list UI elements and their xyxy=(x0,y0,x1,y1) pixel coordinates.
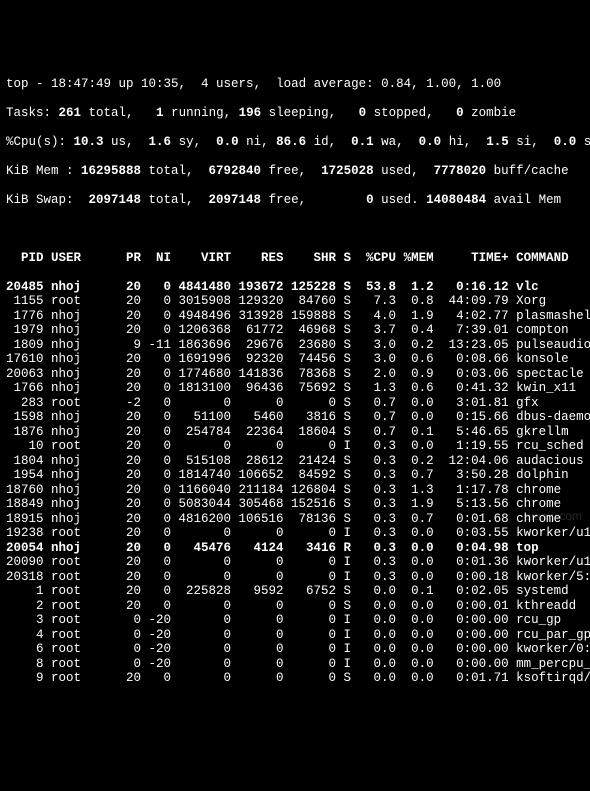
process-row: 1776 nhoj 20 0 4948496 313928 159888 S 4… xyxy=(6,309,584,324)
process-row: 1804 nhoj 20 0 515108 28612 21424 S 0.3 … xyxy=(6,454,584,469)
process-row: 4 root 0 -20 0 0 0 I 0.0 0.0 0:00.00 rcu… xyxy=(6,628,584,643)
process-row: 20063 nhoj 20 0 1774680 141836 78368 S 2… xyxy=(6,367,584,382)
process-list: 20485 nhoj 20 0 4841480 193672 125228 S … xyxy=(6,280,584,686)
process-row: 20090 root 20 0 0 0 0 I 0.3 0.0 0:01.36 … xyxy=(6,555,584,570)
process-row: 8 root 0 -20 0 0 0 I 0.0 0.0 0:00.00 mm_… xyxy=(6,657,584,672)
summary-tasks: Tasks: 261 total, 1 running, 196 sleepin… xyxy=(6,106,584,121)
process-row: 19238 root 20 0 0 0 0 I 0.3 0.0 0:03.55 … xyxy=(6,526,584,541)
process-row: 1 root 20 0 225828 9592 6752 S 0.0 0.1 0… xyxy=(6,584,584,599)
blank-line xyxy=(6,222,584,237)
process-row: 18760 nhoj 20 0 1166040 211184 126804 S … xyxy=(6,483,584,498)
process-row: 1155 root 20 0 3015908 129320 84760 S 7.… xyxy=(6,294,584,309)
summary-mem: KiB Mem : 16295888 total, 6792840 free, … xyxy=(6,164,584,179)
summary-line-1: top - 18:47:49 up 10:35, 4 users, load a… xyxy=(6,77,584,92)
process-row: 6 root 0 -20 0 0 0 I 0.0 0.0 0:00.00 kwo… xyxy=(6,642,584,657)
process-row: 283 root -2 0 0 0 0 S 0.7 0.0 3:01.81 gf… xyxy=(6,396,584,411)
process-row: 1598 nhoj 20 0 51100 5460 3816 S 0.7 0.0… xyxy=(6,410,584,425)
process-row: 1979 nhoj 20 0 1206368 61772 46968 S 3.7… xyxy=(6,323,584,338)
process-row: 1876 nhoj 20 0 254784 22364 18604 S 0.7 … xyxy=(6,425,584,440)
summary-cpu: %Cpu(s): 10.3 us, 1.6 sy, 0.0 ni, 86.6 i… xyxy=(6,135,584,150)
process-row: 10 root 20 0 0 0 0 I 0.3 0.0 1:19.55 rcu… xyxy=(6,439,584,454)
process-row: 1809 nhoj 9 -11 1863696 29676 23680 S 3.… xyxy=(6,338,584,353)
process-row: 20485 nhoj 20 0 4841480 193672 125228 S … xyxy=(6,280,584,295)
process-row: 20318 root 20 0 0 0 0 I 0.3 0.0 0:00.18 … xyxy=(6,570,584,585)
process-row: 2 root 20 0 0 0 0 S 0.0 0.0 0:00.01 kthr… xyxy=(6,599,584,614)
process-row: 17610 nhoj 20 0 1691996 92320 74456 S 3.… xyxy=(6,352,584,367)
process-row: 1954 nhoj 20 0 1814740 106652 84592 S 0.… xyxy=(6,468,584,483)
process-row: 3 root 0 -20 0 0 0 I 0.0 0.0 0:00.00 rcu… xyxy=(6,613,584,628)
process-row: 18849 nhoj 20 0 5083044 305468 152516 S … xyxy=(6,497,584,512)
summary-swap: KiB Swap: 2097148 total, 2097148 free, 0… xyxy=(6,193,584,208)
process-row: 1766 nhoj 20 0 1813100 96436 75692 S 1.3… xyxy=(6,381,584,396)
column-headers: PID USER PR NI VIRT RES SHR S %CPU %MEM … xyxy=(6,251,584,266)
process-row: 18915 nhoj 20 0 4816200 106516 78136 S 0… xyxy=(6,512,584,527)
top-output: top - 18:47:49 up 10:35, 4 users, load a… xyxy=(6,62,584,700)
process-row: 20054 nhoj 20 0 45476 4124 3416 R 0.3 0.… xyxy=(6,541,584,556)
process-row: 9 root 20 0 0 0 0 S 0.0 0.0 0:01.71 ksof… xyxy=(6,671,584,686)
